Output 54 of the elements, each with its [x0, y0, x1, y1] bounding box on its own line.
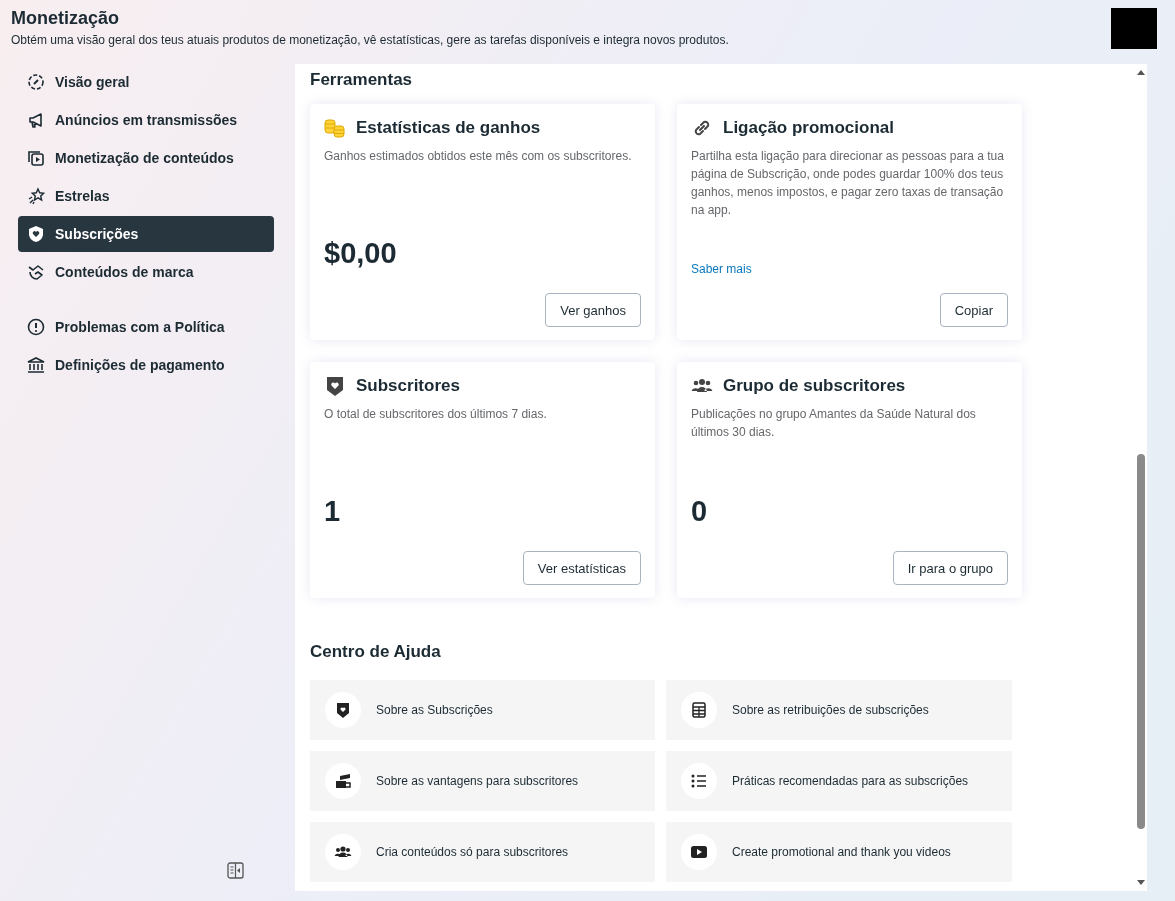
- section-heading: Ferramentas: [310, 70, 414, 90]
- gauge-icon: [27, 73, 45, 91]
- card-description: Partilha esta ligação para direcionar as pessoas para a tua página de Subscrição, onde podes guardar 100% dos teus ganhos, menos impostos, e pagar zero taxas de transação na app.: [691, 148, 1005, 219]
- sidebar-item[interactable]: Estrelas: [18, 178, 274, 214]
- bank-icon: [27, 356, 45, 374]
- card-button[interactable]: Ver ganhos: [545, 293, 641, 327]
- sidebar-item[interactable]: Conteúdos de marca: [18, 254, 274, 290]
- sidebar-item[interactable]: Visão geral: [18, 64, 274, 100]
- megaphone-icon: [27, 111, 45, 129]
- card-button[interactable]: Copiar: [939, 293, 1008, 327]
- help-article-item[interactable]: Práticas recomendadas para as subscrições: [666, 751, 1012, 811]
- stat-value: 1: [324, 495, 342, 528]
- scroll-up-icon[interactable]: [1137, 69, 1145, 75]
- list-icon: [690, 772, 708, 790]
- scroll-down-icon[interactable]: [1137, 880, 1145, 886]
- play-button-icon: [690, 843, 708, 861]
- card-description: O total de subscritores dos últimos 7 dias.: [324, 406, 548, 423]
- help-article-item[interactable]: Cria conteúdos só para subscritores: [310, 822, 655, 882]
- shield-heart-icon: [324, 375, 346, 397]
- shield-heart-icon: [27, 225, 45, 243]
- shield-heart-icon: [334, 701, 352, 719]
- collapse-sidebar-icon[interactable]: [227, 862, 244, 879]
- sidebar-item[interactable]: Problemas com a Política: [18, 309, 274, 345]
- card-button[interactable]: Ir para o grupo: [892, 551, 1008, 585]
- handshake-icon: [27, 263, 45, 281]
- help-article-item[interactable]: Sobre as vantagens para subscritores: [310, 751, 655, 811]
- receipt-icon: [690, 701, 708, 719]
- video-icon: [27, 149, 45, 167]
- sidebar-item[interactable]: Subscrições: [18, 216, 274, 252]
- coins-icon: [324, 117, 346, 139]
- section-heading: Centro de Ajuda: [310, 642, 442, 662]
- page-title: Monetização: [11, 8, 121, 29]
- scrollbar-thumb[interactable]: [1137, 454, 1145, 829]
- sidebar-item[interactable]: Monetização de conteúdos: [18, 140, 274, 176]
- help-article-item[interactable]: Sobre as retribuições de subscrições: [666, 680, 1012, 740]
- stat-value: $0,00: [324, 237, 398, 270]
- page-subtitle: Obtém uma visão geral dos teus atuais produtos de monetização, vê estatísticas, gere as tarefas disponíveis e integra novos produtos.: [11, 33, 729, 47]
- help-article-item[interactable]: Sobre as Subscrições: [310, 680, 655, 740]
- sidebar-item[interactable]: Definições de pagamento: [18, 347, 274, 383]
- stat-value: 0: [691, 495, 709, 528]
- learn-more-link[interactable]: Saber mais: [691, 262, 752, 276]
- star-icon: [27, 187, 45, 205]
- card-button[interactable]: Ver estatísticas: [522, 551, 641, 585]
- gift-card-icon: [334, 772, 352, 790]
- card-title: Ligação promocional: [723, 118, 894, 138]
- card-title: Subscritores: [356, 376, 460, 396]
- card-title: Estatísticas de ganhos: [356, 118, 541, 138]
- sidebar-item[interactable]: Anúncios em transmissões: [18, 102, 274, 138]
- card-title: Grupo de subscritores: [723, 376, 906, 396]
- profile-picture-placeholder: [1111, 8, 1157, 49]
- alert-icon: [27, 318, 45, 336]
- card-description: Publicações no grupo Amantes da Saúde Natural dos últimos 30 dias.: [691, 406, 977, 441]
- help-article-item[interactable]: Create promotional and thank you videos: [666, 822, 1012, 882]
- card-description: Ganhos estimados obtidos este mês com os subscritores.: [324, 148, 633, 165]
